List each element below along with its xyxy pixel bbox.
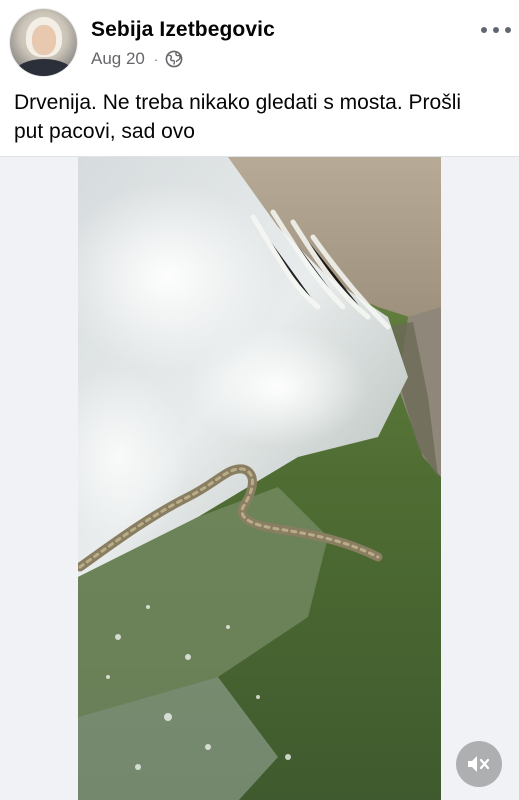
meta-separator: · (153, 51, 159, 67)
avatar-face (32, 25, 56, 55)
mute-toggle-button[interactable] (456, 741, 502, 787)
author-name[interactable]: Sebija Izetbegovic (91, 18, 275, 42)
more-dot (505, 27, 511, 33)
avatar-shoulders (14, 59, 74, 76)
snake-in-water-video (78, 157, 441, 800)
post-date[interactable]: Aug 20 (91, 49, 145, 69)
facebook-post: Sebija Izetbegovic Aug 20 · Drvenija. Ne… (0, 0, 519, 800)
author-avatar[interactable] (10, 9, 77, 76)
globe-icon (165, 50, 183, 68)
post-meta: Aug 20 · (91, 48, 183, 70)
post-media (0, 156, 519, 800)
video-player[interactable] (78, 157, 441, 800)
post-caption: Drvenija. Ne treba nikako gledati s most… (14, 91, 462, 143)
speaker-muted-icon (468, 756, 490, 772)
more-options-button[interactable] (481, 18, 511, 42)
more-dot (493, 27, 499, 33)
more-horizontal-icon (481, 27, 487, 33)
post-header: Sebija Izetbegovic Aug 20 · (0, 0, 519, 84)
